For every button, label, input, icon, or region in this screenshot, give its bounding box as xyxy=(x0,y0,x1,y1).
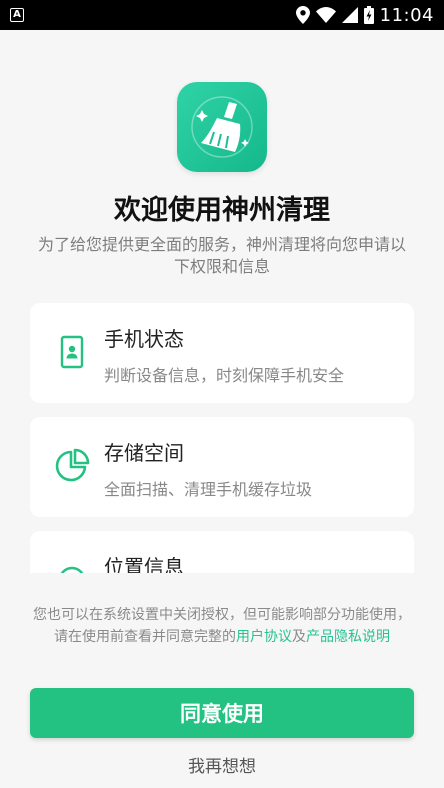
welcome-subtitle: 为了给您提供更全面的服务，神州清理将向您申请以下权限和信息 xyxy=(38,235,407,276)
privacy-notice: 您也可以在系统设置中关闭授权，但可能影响部分功能使用，请在使用前查看并同意完整的… xyxy=(32,604,412,648)
broom-cleaner-icon xyxy=(191,96,253,158)
think-again-button[interactable]: 我再想想 xyxy=(0,752,444,777)
welcome-title: 欢迎使用神州清理 xyxy=(114,195,330,226)
pie-chart-icon xyxy=(55,448,90,482)
notification-a-icon: A xyxy=(10,8,24,22)
status-time: 11:04 xyxy=(379,4,434,26)
app-logo xyxy=(177,82,267,172)
permission-card-storage: 存储空间 全面扫描、清理手机缓存垃圾 xyxy=(30,417,414,517)
permission-title: 位置信息 xyxy=(104,555,184,573)
user-agreement-link[interactable]: 用户协议 xyxy=(236,629,292,645)
status-bar: A 11:04 xyxy=(0,0,444,30)
battery-charging-icon xyxy=(363,6,374,24)
signal-icon xyxy=(341,7,358,23)
location-pin-icon xyxy=(60,566,84,573)
permission-desc: 判断设备信息，时刻保障手机安全 xyxy=(104,366,345,385)
privacy-policy-link[interactable]: 产品隐私说明 xyxy=(306,629,390,645)
permission-card-location: 位置信息 xyxy=(30,531,414,573)
location-icon xyxy=(295,6,310,24)
notice-conjunction: 及 xyxy=(292,629,306,645)
agree-button[interactable]: 同意使用 xyxy=(30,688,414,738)
permission-title: 存储空间 xyxy=(104,441,184,465)
permission-desc: 全面扫描、清理手机缓存垃圾 xyxy=(104,480,313,499)
permission-card-phone-state: 手机状态 判断设备信息，时刻保障手机安全 xyxy=(30,303,414,403)
permission-title: 手机状态 xyxy=(104,327,184,351)
wifi-icon xyxy=(315,7,336,23)
phone-badge-icon xyxy=(60,335,84,369)
status-icons: 11:04 xyxy=(295,4,434,26)
permission-list[interactable]: 手机状态 判断设备信息，时刻保障手机安全 存储空间 全面扫描、清理手机缓存垃圾 … xyxy=(0,303,444,573)
